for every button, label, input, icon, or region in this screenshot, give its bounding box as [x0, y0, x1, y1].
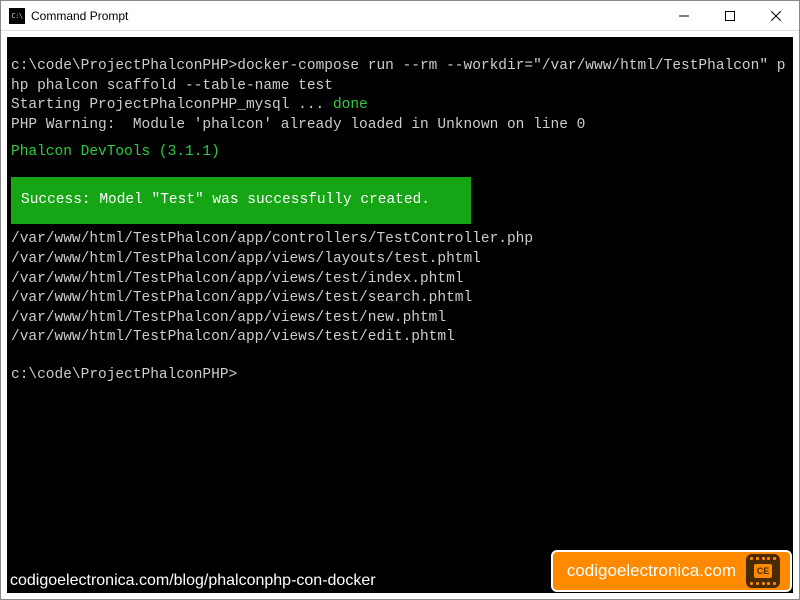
warning-line: PHP Warning: Module 'phalcon' already lo…: [11, 116, 789, 136]
starting-prefix: Starting ProjectPhalconPHP_mysql ...: [11, 97, 333, 113]
file-path: /var/www/html/TestPhalcon/app/views/test…: [11, 289, 789, 309]
command-prompt-window: C:\ Command Prompt c:\code\ProjectPhalco…: [0, 0, 800, 600]
titlebar[interactable]: C:\ Command Prompt: [1, 1, 799, 31]
prompt-path: c:\code\ProjectPhalconPHP>: [11, 58, 237, 74]
terminal-area[interactable]: c:\code\ProjectPhalconPHP>docker-compose…: [7, 37, 793, 593]
file-path: /var/www/html/TestPhalcon/app/views/test…: [11, 328, 789, 348]
window-title: Command Prompt: [31, 9, 128, 23]
cmd-icon: C:\: [9, 8, 25, 24]
starting-line: Starting ProjectPhalconPHP_mysql ... don…: [11, 96, 789, 116]
file-path: /var/www/html/TestPhalcon/app/views/test…: [11, 270, 789, 290]
watermark-badge: codigoelectronica.com CE: [551, 550, 792, 592]
file-path: /var/www/html/TestPhalcon/app/views/layo…: [11, 250, 789, 270]
starting-status: done: [333, 97, 368, 113]
maximize-button[interactable]: [707, 1, 753, 31]
success-banner: Success: Model "Test" was successfully c…: [11, 177, 471, 225]
prompt-line-1: c:\code\ProjectPhalconPHP>docker-compose…: [11, 57, 789, 96]
chip-text: CE: [754, 564, 772, 578]
file-path: /var/www/html/TestPhalcon/app/views/test…: [11, 309, 789, 329]
chip-icon: CE: [746, 554, 780, 588]
watermark-site: codigoelectronica.com: [567, 561, 736, 581]
file-path: /var/www/html/TestPhalcon/app/controller…: [11, 230, 789, 250]
devtools-line: Phalcon DevTools (3.1.1): [11, 143, 789, 163]
minimize-button[interactable]: [661, 1, 707, 31]
watermark-url: codigoelectronica.com/blog/phalconphp-co…: [10, 572, 376, 590]
prompt-line-2: c:\code\ProjectPhalconPHP>: [11, 366, 789, 386]
close-button[interactable]: [753, 1, 799, 31]
